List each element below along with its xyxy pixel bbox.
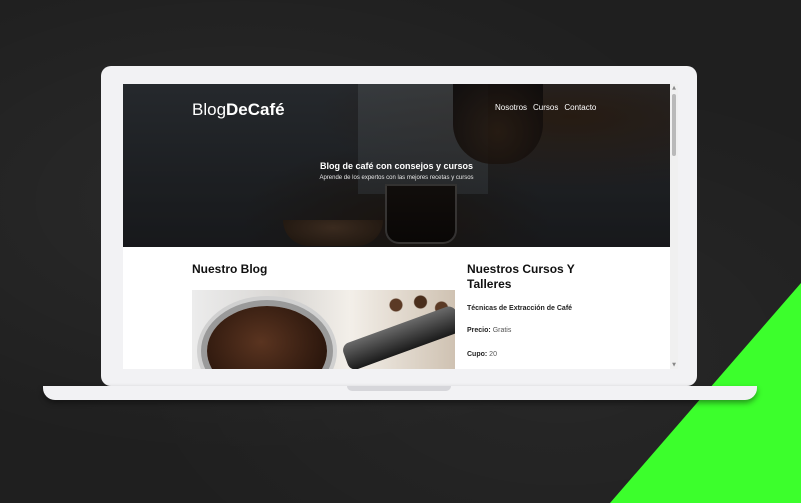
cupo-label: Cupo:	[467, 351, 488, 358]
blog-post-image[interactable]	[192, 290, 455, 369]
coffee-grounds-image	[207, 306, 327, 369]
blog-heading: Nuestro Blog	[192, 262, 268, 276]
hero-title: Blog de café con consejos y cursos	[319, 161, 474, 171]
nav-link-nosotros[interactable]: Nosotros	[495, 103, 527, 112]
course-cupo: Cupo: 20	[467, 351, 497, 358]
main-nav: Nosotros Cursos Contacto	[495, 103, 596, 112]
laptop-screen: BlogDeCafé Nosotros Cursos Contacto Blog…	[123, 84, 678, 369]
laptop-notch	[347, 386, 451, 391]
course-price: Precio: Gratis	[467, 327, 511, 334]
course-title: Técnicas de Extracción de Café	[467, 305, 573, 312]
cupo-value: 20	[489, 351, 497, 358]
price-label: Precio:	[467, 327, 491, 334]
nav-link-cursos[interactable]: Cursos	[533, 103, 558, 112]
scroll-up-arrow-icon[interactable]: ▲	[670, 84, 678, 92]
page-scrollbar[interactable]: ▲ ▼	[670, 84, 678, 369]
nav-link-contacto[interactable]: Contacto	[564, 103, 596, 112]
price-value: Gratis	[492, 327, 512, 334]
scroll-down-arrow-icon[interactable]: ▼	[670, 361, 678, 369]
courses-heading: Nuestros Cursos Y Talleres	[467, 262, 575, 291]
logo-bold-text: DeCafé	[226, 100, 285, 119]
site-logo[interactable]: BlogDeCafé	[192, 100, 285, 120]
hero-banner: BlogDeCafé Nosotros Cursos Contacto Blog…	[123, 84, 670, 247]
hero-subtitle: Aprende de los expertos con las mejores …	[319, 175, 474, 181]
scrollbar-thumb[interactable]	[672, 94, 676, 156]
logo-light-text: Blog	[192, 100, 227, 119]
